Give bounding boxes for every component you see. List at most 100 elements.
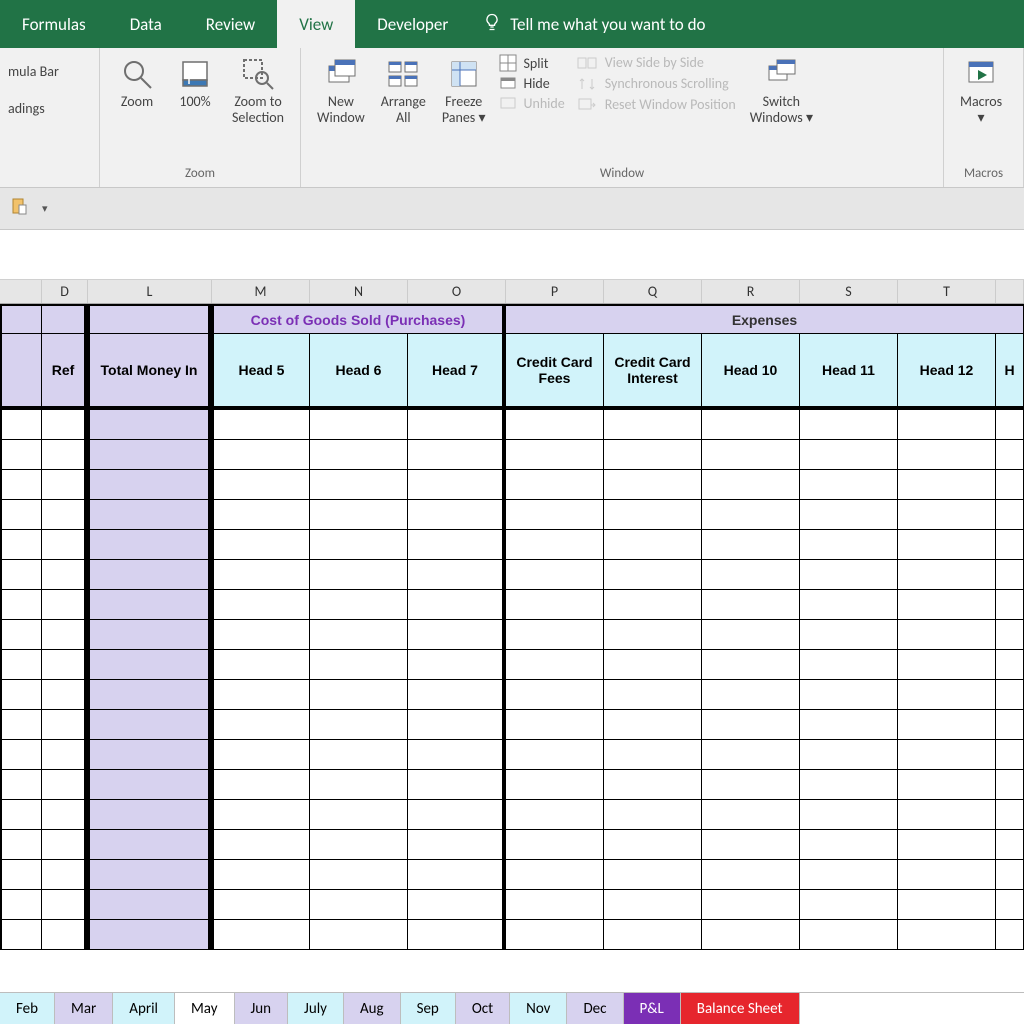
cell[interactable]	[408, 920, 506, 950]
cell[interactable]	[898, 740, 996, 770]
cell[interactable]	[212, 470, 310, 500]
cell[interactable]	[408, 530, 506, 560]
table-row[interactable]	[0, 440, 1024, 470]
cell[interactable]	[702, 800, 800, 830]
cell[interactable]	[898, 890, 996, 920]
col-header-n[interactable]: N	[310, 280, 408, 303]
cell[interactable]	[0, 440, 42, 470]
zoom-100-button[interactable]: 100%	[166, 52, 224, 114]
cell[interactable]	[506, 740, 604, 770]
cell[interactable]	[800, 710, 898, 740]
sheet-tab-aug[interactable]: Aug	[343, 993, 401, 1024]
cell[interactable]	[408, 740, 506, 770]
cell[interactable]	[506, 710, 604, 740]
cell[interactable]	[42, 500, 88, 530]
cell[interactable]	[996, 680, 1024, 710]
hdr-head12[interactable]: Head 12	[898, 334, 996, 410]
cell[interactable]	[42, 740, 88, 770]
cell[interactable]	[800, 590, 898, 620]
cell[interactable]	[506, 860, 604, 890]
tell-me-search[interactable]: Tell me what you want to do	[470, 0, 717, 48]
switch-windows-button[interactable]: SwitchWindows ▾	[742, 52, 821, 130]
cell[interactable]	[604, 650, 702, 680]
col-header-q[interactable]: Q	[604, 280, 702, 303]
cell[interactable]	[604, 470, 702, 500]
hdr-total-money-in[interactable]: Total Money In	[88, 334, 212, 410]
hdr-head10[interactable]: Head 10	[702, 334, 800, 410]
cell[interactable]	[506, 500, 604, 530]
cell[interactable]	[310, 680, 408, 710]
cell[interactable]	[0, 920, 42, 950]
cell[interactable]	[42, 680, 88, 710]
cell[interactable]	[506, 680, 604, 710]
cell[interactable]	[310, 800, 408, 830]
menu-tab-view[interactable]: View	[277, 0, 355, 48]
cell[interactable]	[506, 800, 604, 830]
cell[interactable]	[898, 920, 996, 950]
cell[interactable]	[408, 620, 506, 650]
cell[interactable]	[702, 740, 800, 770]
cell[interactable]	[88, 530, 212, 560]
cell[interactable]	[800, 800, 898, 830]
hdr-head5[interactable]: Head 5	[212, 334, 310, 410]
cell[interactable]	[0, 830, 42, 860]
cell[interactable]	[310, 590, 408, 620]
sheet-tab-mar[interactable]: Mar	[54, 993, 113, 1024]
cell[interactable]	[800, 650, 898, 680]
cell[interactable]	[310, 860, 408, 890]
cell[interactable]	[212, 500, 310, 530]
cell[interactable]	[310, 830, 408, 860]
cell[interactable]	[898, 680, 996, 710]
cell[interactable]	[42, 890, 88, 920]
cell[interactable]	[996, 740, 1024, 770]
sheet-tab-p-l[interactable]: P&L	[623, 993, 681, 1024]
cell[interactable]	[898, 800, 996, 830]
cell[interactable]	[506, 890, 604, 920]
cell[interactable]	[0, 500, 42, 530]
cell[interactable]	[0, 410, 42, 440]
cell[interactable]	[898, 560, 996, 590]
cell[interactable]	[88, 590, 212, 620]
spreadsheet-grid[interactable]: Cost of Goods Sold (Purchases) Expenses …	[0, 304, 1024, 950]
hdr-prefirst[interactable]	[0, 334, 42, 410]
cell[interactable]	[800, 740, 898, 770]
cell[interactable]	[212, 800, 310, 830]
cell[interactable]	[898, 440, 996, 470]
cell[interactable]	[310, 770, 408, 800]
cell[interactable]	[604, 560, 702, 590]
cell[interactable]	[800, 620, 898, 650]
cell[interactable]	[42, 650, 88, 680]
cell[interactable]	[88, 500, 212, 530]
table-row[interactable]	[0, 830, 1024, 860]
cell[interactable]	[408, 680, 506, 710]
table-row[interactable]	[0, 890, 1024, 920]
hdr-ref[interactable]: Ref	[42, 334, 88, 410]
cell[interactable]	[996, 830, 1024, 860]
cell[interactable]	[0, 590, 42, 620]
cell[interactable]	[408, 410, 506, 440]
cell[interactable]	[88, 710, 212, 740]
cell[interactable]	[212, 740, 310, 770]
cell[interactable]	[408, 800, 506, 830]
cell[interactable]	[800, 440, 898, 470]
cell[interactable]	[212, 770, 310, 800]
menu-tab-review[interactable]: Review	[184, 0, 277, 48]
sheet-tab-jun[interactable]: Jun	[234, 993, 289, 1024]
hdr-head11[interactable]: Head 11	[800, 334, 898, 410]
cell[interactable]	[898, 470, 996, 500]
cell[interactable]	[88, 470, 212, 500]
cell[interactable]	[996, 920, 1024, 950]
table-row[interactable]	[0, 530, 1024, 560]
cell[interactable]	[310, 470, 408, 500]
col-header-l[interactable]: L	[88, 280, 212, 303]
sheet-tab-april[interactable]: April	[112, 993, 175, 1024]
cell[interactable]	[212, 440, 310, 470]
cell[interactable]	[408, 860, 506, 890]
table-row[interactable]	[0, 620, 1024, 650]
cell[interactable]	[996, 560, 1024, 590]
cell[interactable]	[800, 500, 898, 530]
table-row[interactable]	[0, 500, 1024, 530]
cell[interactable]	[0, 620, 42, 650]
table-row[interactable]	[0, 470, 1024, 500]
new-window-button[interactable]: NewWindow	[309, 52, 373, 130]
